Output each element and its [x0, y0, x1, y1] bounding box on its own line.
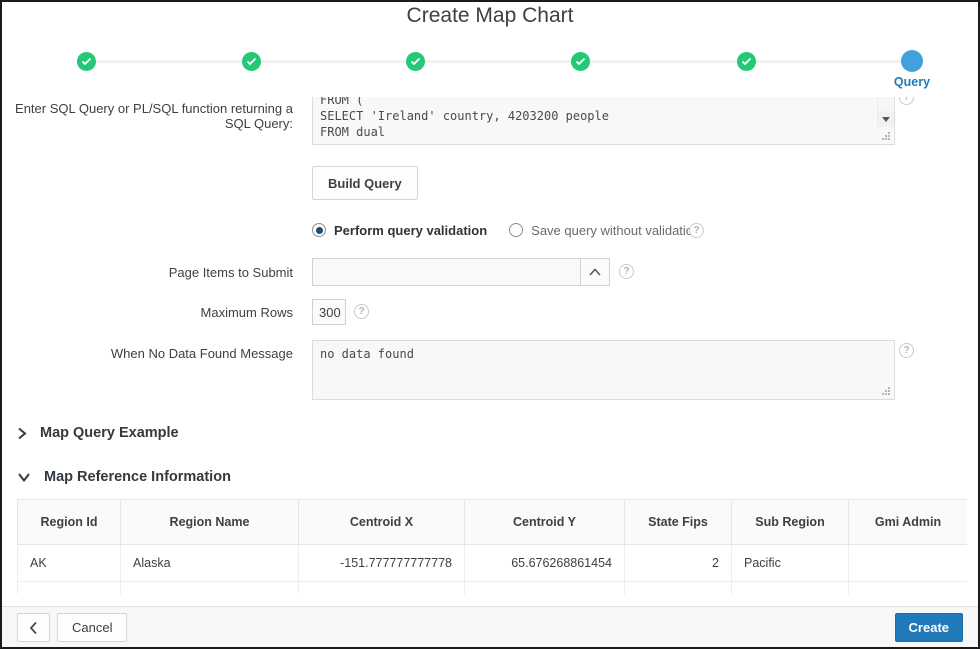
table-cell: 32.6340188553498 — [464, 581, 625, 594]
save-without-validation-label[interactable]: Save query without validation — [531, 223, 700, 238]
table-row: AK Alaska -151.777777777778 65.676268861454… — [17, 544, 967, 582]
wizard-current-step-label: Query — [893, 75, 931, 89]
no-data-message-label: When No Data Found Message — [110, 346, 293, 361]
table-header-row: Region Id Region Name Centroid X Centroid Y… — [17, 499, 967, 545]
table-cell: 1 — [624, 581, 732, 594]
wizard-step-complete-icon — [406, 52, 425, 71]
perform-validation-radio[interactable] — [312, 223, 326, 237]
validation-radio-group: Perform query validation Save query with… — [312, 222, 700, 238]
table-cell: -86.693423888971 — [298, 581, 465, 594]
back-button[interactable] — [17, 613, 50, 642]
table-cell: -151.777777777778 — [298, 544, 465, 582]
sql-query-text: FROM ( SELECT 'Ireland' country, 4203200… — [320, 97, 609, 139]
validation-help-icon[interactable]: ? — [689, 223, 704, 238]
table-cell: E S Cen — [731, 581, 849, 594]
chevron-left-icon — [29, 621, 37, 634]
table-row: ALAlabama-86.69342388897132.634018855349… — [17, 581, 967, 594]
page-title: Create Map Chart — [406, 4, 574, 27]
wizard-step-complete-icon — [571, 52, 590, 71]
perform-validation-label[interactable]: Perform query validation — [334, 223, 487, 238]
wizard-body: Enter SQL Query or PL/SQL function retur… — [2, 97, 978, 610]
wizard-footer: Cancel Create — [2, 606, 978, 647]
table-column-header: State Fips — [624, 499, 732, 545]
table-cell: AL — [17, 581, 121, 594]
sql-query-scrollbar[interactable] — [877, 97, 894, 127]
wizard-current-step-dot — [901, 50, 923, 72]
section-map-reference-information[interactable]: Map Reference Information — [17, 469, 231, 485]
table-column-header: Sub Region — [731, 499, 849, 545]
no-data-message-text: no data found — [320, 347, 414, 361]
max-rows-label: Maximum Rows — [200, 305, 293, 320]
table-cell — [848, 581, 967, 594]
chevron-up-icon — [589, 268, 601, 276]
page-items-input[interactable] — [312, 258, 610, 286]
table-cell: Pacific — [731, 544, 849, 582]
table-column-header: Gmi Admin — [848, 499, 967, 545]
create-button[interactable]: Create — [894, 613, 963, 642]
cancel-button[interactable]: Cancel — [57, 613, 128, 642]
table-cell: 2 — [624, 544, 732, 582]
scroll-down-arrow-icon[interactable] — [878, 111, 894, 127]
map-reference-table: Region Id Region Name Centroid X Centroid Y… — [17, 499, 967, 594]
chevron-right-icon — [18, 427, 27, 439]
page-items-label: Page Items to Submit — [168, 265, 293, 280]
chevron-down-icon — [18, 472, 30, 482]
table-column-header: Centroid Y — [464, 499, 625, 545]
sql-query-help-icon[interactable]: ? — [899, 97, 914, 105]
sql-query-textarea[interactable]: FROM ( SELECT 'Ireland' country, 4203200… — [312, 97, 895, 145]
create-map-chart-dialog: Create Map Chart Query Enter SQL Query o… — [0, 0, 980, 649]
sql-query-label: Enter SQL Query or PL/SQL function retur… — [15, 101, 293, 131]
page-items-help-icon[interactable]: ? — [619, 264, 634, 279]
map-reference-table-region[interactable]: Region Id Region Name Centroid X Centroid Y… — [17, 499, 967, 594]
resize-grip-icon[interactable] — [888, 138, 890, 140]
max-rows-help-icon[interactable]: ? — [354, 304, 369, 319]
table-cell — [848, 544, 967, 582]
max-rows-input[interactable]: 300 — [312, 299, 346, 325]
no-data-message-textarea[interactable]: no data found — [312, 340, 895, 400]
table-cell: Alaska — [120, 544, 299, 582]
page-items-popup-button[interactable] — [580, 259, 609, 285]
no-data-message-help-icon[interactable]: ? — [899, 343, 914, 358]
table-cell: 65.676268861454 — [464, 544, 625, 582]
table-cell: Alabama — [120, 581, 299, 594]
table-cell: AK — [17, 544, 121, 582]
save-without-validation-radio[interactable] — [509, 223, 524, 237]
build-query-button[interactable]: Build Query — [312, 166, 418, 200]
resize-grip-icon[interactable] — [888, 393, 890, 395]
table-column-header: Centroid X — [298, 499, 465, 545]
table-column-header: Region Name — [120, 499, 299, 545]
table-column-header: Region Id — [17, 499, 121, 545]
wizard-step-complete-icon — [77, 52, 96, 71]
section-map-query-example[interactable]: Map Query Example — [17, 425, 179, 441]
wizard-step-complete-icon — [242, 52, 261, 71]
wizard-progress-line — [87, 60, 912, 63]
wizard-step-complete-icon — [737, 52, 756, 71]
